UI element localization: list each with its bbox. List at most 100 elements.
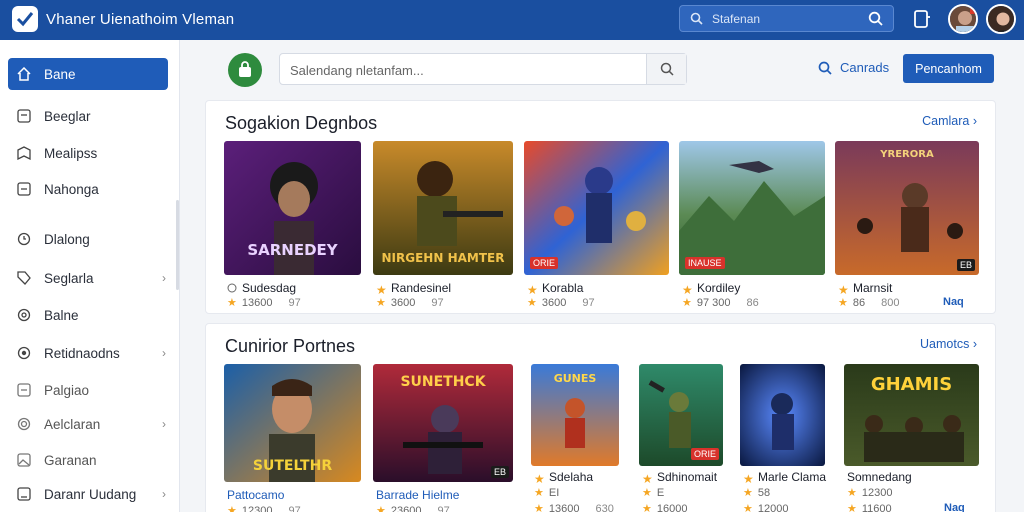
game-thumbnail[interactable]: YRERORA EB — [835, 141, 979, 275]
game-meta: ★ 23600 97 — [376, 504, 450, 512]
thumbnail-caption: SUNETHCK — [400, 374, 486, 390]
search-submit-icon[interactable] — [868, 11, 883, 31]
badge: ORIE — [530, 257, 559, 269]
game-meta: ★ 13600 630 — [534, 502, 614, 512]
game-thumbnail[interactable]: ORIE — [524, 141, 669, 275]
device-icon[interactable] — [912, 9, 932, 29]
game-title: ★ Sdelaha — [534, 470, 594, 486]
star-icon: ★ — [227, 505, 237, 512]
game-card[interactable]: ORIE ★ Sdhinomait ★ E ★ 16000 — [639, 364, 729, 512]
thumbnail-caption: GHAMIS — [870, 374, 953, 395]
header-search-placeholder: Stafenan — [712, 12, 761, 26]
new-label: Naq — [944, 502, 965, 512]
app-logo-icon[interactable] — [12, 6, 38, 32]
game-meta: ★ 12300 97 — [227, 504, 301, 512]
star-icon: ★ — [227, 297, 237, 309]
sidebar-item-5[interactable]: Seglarla › — [8, 262, 168, 294]
section-title: Cunirior Portnes — [225, 336, 356, 356]
sidebar-item-10[interactable]: Garanan — [8, 444, 168, 476]
star-icon: ★ — [838, 297, 848, 309]
sidebar-item-home[interactable]: Bane — [8, 58, 168, 90]
game-card[interactable]: SARNEDEY Sudesdag ★ 13600 97 — [224, 141, 361, 311]
sidebar-scrollbar[interactable] — [176, 200, 179, 290]
game-title: ★ Marle Clama — [743, 470, 827, 486]
sidebar-item-3[interactable]: Nahonga — [8, 173, 168, 205]
game-title: ★ Korabla — [527, 281, 584, 297]
section-featured: Sogakion Degnbos Camlara › SARNEDEY Sude… — [205, 100, 996, 314]
game-title: ★ Marnsit — [838, 281, 893, 297]
section-see-all-link[interactable]: Camlara › — [922, 114, 977, 128]
sidebar-item-label: Nahonga — [44, 181, 99, 197]
game-thumbnail[interactable]: NIRGEHN HAMTER — [373, 141, 513, 275]
star-icon: ★ — [376, 297, 386, 309]
game-meta: ★ E — [642, 487, 665, 499]
star-icon: ★ — [534, 503, 544, 512]
game-card[interactable]: SUTELTHR Pattocamo ★ 12300 97 — [224, 364, 361, 512]
game-meta: ★ 11600 — [847, 502, 892, 512]
star-icon: ★ — [743, 472, 754, 486]
sidebar-item-9[interactable]: Aelclaran › — [8, 408, 168, 440]
search-link-label: Canrads — [840, 60, 890, 75]
game-thumbnail[interactable]: SARNEDEY — [224, 141, 361, 275]
game-title: Sudesdag — [227, 281, 296, 295]
game-thumbnail[interactable]: SUNETHCK EB — [373, 364, 513, 482]
game-thumbnail[interactable] — [740, 364, 825, 466]
game-title: ★ Kordiley — [682, 281, 741, 297]
game-card[interactable]: GHAMIS Somnedang ★ 12300 ★ 11600 Naq — [844, 364, 979, 512]
home-icon — [16, 66, 32, 82]
avatar[interactable] — [948, 4, 978, 34]
refresh-icon — [16, 231, 32, 247]
game-thumbnail[interactable]: ORIE — [639, 364, 723, 466]
game-title: Barrade Hielme — [376, 488, 460, 502]
game-meta: ★ 12300 — [847, 487, 893, 499]
star-icon: ★ — [682, 283, 693, 297]
sidebar-item-label: Beeglar — [44, 108, 91, 124]
search-icon — [690, 12, 703, 30]
sidebar-item-8[interactable]: Palgiao — [8, 374, 168, 406]
star-icon: ★ — [743, 487, 753, 499]
game-thumbnail[interactable]: SUTELTHR — [224, 364, 361, 482]
game-thumbnail[interactable]: GUNES — [531, 364, 619, 466]
section-title: Sogakion Degnbos — [225, 113, 378, 133]
game-thumbnail[interactable]: INAUSE — [679, 141, 825, 275]
game-card[interactable]: NIRGEHN HAMTER ★ Randesinel ★ 3600 97 — [373, 141, 513, 311]
thumbnail-caption: GUNES — [553, 372, 597, 385]
search-button[interactable] — [646, 54, 686, 84]
section-see-all-link[interactable]: Uamotcs › — [920, 337, 977, 351]
store-icon[interactable] — [228, 53, 262, 87]
sidebar-item-label: Garanan — [44, 452, 97, 468]
primary-button[interactable]: Pencanhom — [903, 54, 994, 83]
sidebar-item-2[interactable]: Mealipss — [8, 137, 168, 169]
game-card[interactable]: ★ Marle Clama ★ 58 ★ 12000 — [740, 364, 835, 512]
thumbnail-caption: YRERORA — [880, 149, 934, 160]
new-label: Naq — [943, 296, 964, 308]
header-search-input[interactable]: Stafenan — [679, 5, 894, 32]
badge: ORIE — [690, 448, 719, 460]
sidebar-item-7[interactable]: Retidnaodns › — [8, 337, 168, 369]
game-meta: ★ 58 — [743, 487, 771, 499]
game-title: Somnedang — [847, 470, 912, 484]
square-icon — [16, 486, 32, 502]
badge: INAUSE — [685, 257, 725, 269]
game-card[interactable]: YRERORA EB ★ Marnsit ★ 86 800 Naq — [835, 141, 979, 311]
sidebar-item-label: Seglarla — [44, 270, 94, 286]
settings-icon — [16, 307, 32, 323]
sidebar-item-11[interactable]: Daranr Uudang › — [8, 478, 168, 510]
sidebar-item-1[interactable]: Beeglar — [8, 100, 168, 132]
game-thumbnail[interactable]: GHAMIS — [844, 364, 979, 466]
star-icon: ★ — [642, 472, 653, 486]
game-card[interactable]: INAUSE ★ Kordiley ★ 97 300 86 — [679, 141, 825, 311]
search-link[interactable]: Canrads — [818, 60, 889, 75]
main-search-input[interactable]: Salendang nletanfam... — [279, 53, 687, 85]
game-card[interactable]: ORIE ★ Korabla ★ 3600 97 — [524, 141, 669, 311]
avatar-secondary[interactable] — [986, 4, 1016, 34]
star-icon: ★ — [682, 297, 692, 309]
star-icon: ★ — [642, 487, 652, 499]
star-icon: ★ — [838, 283, 849, 297]
game-card[interactable]: GUNES ★ Sdelaha ★ EI ★ 13600 630 — [531, 364, 621, 512]
star-icon: ★ — [847, 487, 857, 499]
sidebar-item-label: Retidnaodns — [44, 345, 120, 361]
game-card[interactable]: SUNETHCK EB Barrade Hielme ★ 23600 97 — [373, 364, 513, 512]
sidebar-item-4[interactable]: Dlalong — [8, 223, 168, 255]
sidebar-item-6[interactable]: Balne — [8, 299, 168, 331]
